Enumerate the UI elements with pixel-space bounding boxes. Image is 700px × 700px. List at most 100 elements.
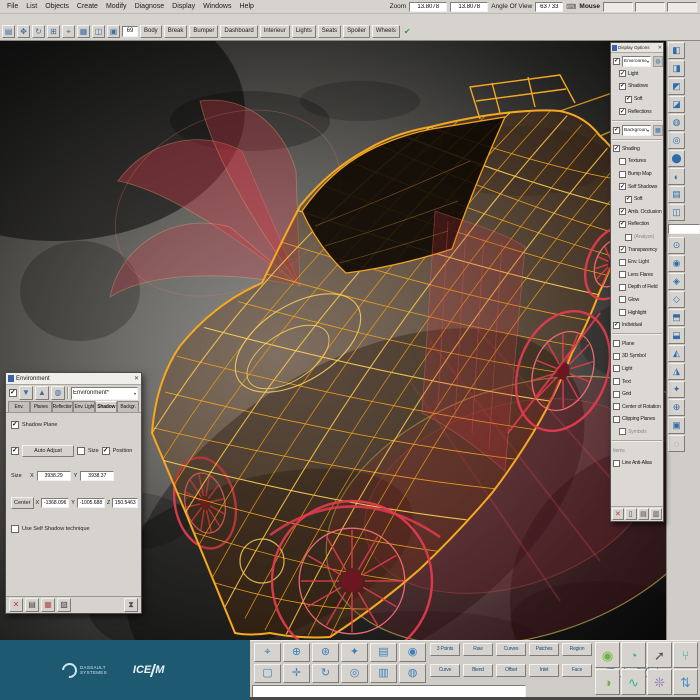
background-icon[interactable]: ▦ [653,124,663,136]
zoom-x-field[interactable] [409,1,448,12]
cone-down-icon[interactable]: ◮ [668,363,685,380]
part-tab-body[interactable]: Body [140,25,162,38]
updown-tool-icon[interactable]: ⇅ [673,669,698,695]
lock-tool-icon[interactable]: ▣ [107,25,120,38]
plus-icon[interactable]: ⊕ [668,399,685,416]
analyze-checkbox[interactable] [625,233,632,241]
position-checkbox[interactable] [101,446,110,455]
center-x-field[interactable] [41,498,70,508]
teal-patch-tool-icon[interactable]: ◔ [621,642,646,668]
3d-symbol-checkbox[interactable] [613,352,620,360]
layer-tool-icon[interactable]: ▦ [77,25,90,38]
display-option-soft[interactable]: Soft [611,93,663,106]
lamp-icon[interactable]: ◎ [668,132,685,149]
display-option-grid[interactable]: Grid [611,388,663,401]
transparency-checkbox[interactable] [619,246,626,254]
top-shade-icon[interactable]: ⬒ [668,309,685,326]
clipboard-tool-icon[interactable]: ▤ [370,643,397,662]
env-ball-icon[interactable]: ⊙ [668,237,685,254]
tab-shadow[interactable]: Shadow [95,401,118,412]
tab-backgr[interactable]: Backgr. [117,401,139,412]
center-z-field[interactable] [112,498,139,508]
globe-tool-icon[interactable]: ◎ [341,664,368,683]
dot-icon[interactable]: ◌ [668,435,685,452]
display-option-bump-map[interactable]: Bump Map [611,168,663,181]
menu-diagnose[interactable]: Diagnose [131,2,169,11]
button-inlet-4[interactable]: Inlet [529,664,559,677]
environment-checkbox[interactable] [613,57,620,65]
tab-reflection[interactable]: Reflection [51,401,74,412]
load-env-icon[interactable]: ▲ [35,386,49,400]
display-option-glow[interactable]: Glow [611,294,663,307]
amb-occlusion-checkbox[interactable] [619,208,626,216]
center-y-field[interactable] [76,498,105,508]
crosshair-tool-icon[interactable]: ✛ [283,664,310,683]
display-option-lens-flares[interactable]: Lens Flares [611,269,663,282]
material-icon[interactable]: ▤ [668,186,685,203]
menu-windows[interactable]: Windows [199,2,235,11]
rotate-tool-icon[interactable]: ↻ [32,25,45,38]
textures-checkbox[interactable] [619,157,626,165]
display-options-titlebar[interactable]: Display Options ✕ [611,43,663,53]
menu-file[interactable]: File [3,2,22,11]
part-tab-wheels[interactable]: Wheels [371,25,400,38]
soft-checkbox[interactable] [625,95,632,103]
light-checkbox[interactable] [619,70,626,78]
button-curve-1[interactable]: Curve [430,664,460,677]
fly-view-icon[interactable]: ◨ [668,60,685,77]
sphere-render-icon[interactable]: ⬤ [668,150,685,167]
bottom-shade-icon[interactable]: ⬓ [668,327,685,344]
part-tab-interieur[interactable]: Interieur [259,25,290,38]
shadows-checkbox[interactable] [619,82,626,90]
center-button[interactable]: Center [11,497,34,509]
plane-checkbox[interactable] [613,340,620,348]
display-option-3d-symbol[interactable]: 3D Symbol [611,350,663,363]
reset-view-icon[interactable]: ▥ [650,508,662,520]
display-option-plane[interactable]: Plane [611,337,663,350]
reflections-checkbox[interactable] [619,108,626,116]
menu-list[interactable]: List [22,2,41,11]
text-checkbox[interactable] [613,378,620,386]
button-raw[interactable]: Raw [463,643,493,656]
display-option-depth-of-field[interactable]: Depth of Field [611,281,663,294]
depth-of-field-checkbox[interactable] [619,283,626,291]
display-option-individual[interactable]: Individual [611,319,663,332]
shadow-plane-checkbox[interactable] [11,420,19,429]
select-tool-icon[interactable]: ▤ [2,25,15,38]
part-tab-seats[interactable]: Seats [317,25,342,38]
strip-value-field[interactable] [668,224,700,234]
display-option-clipping-planes[interactable]: Clipping Planes [611,413,663,426]
tab-env-light[interactable]: Env. Light [73,401,96,412]
display-option-transparency[interactable]: Transparency [611,243,663,256]
button-blend-2[interactable]: Blend [463,664,493,677]
display-option-light[interactable]: Light [611,68,663,81]
tab-env[interactable]: Env. [8,401,30,412]
reflect-ball-icon[interactable]: ◉ [668,255,685,272]
menu-create[interactable]: Create [73,2,102,11]
part-tab-spoiler[interactable]: Spoiler [343,25,370,38]
display-option-amb-occlusion[interactable]: Amb. Occlusion [611,206,663,219]
busy-icon[interactable]: ⧗ [124,598,138,612]
tab-planes[interactable]: Planes [29,401,52,412]
background-checkbox[interactable] [613,126,620,134]
light-checkbox[interactable] [613,365,620,373]
auto-adjust-button[interactable]: Auto Adjust [22,445,74,457]
mouse-field-3[interactable] [667,1,697,12]
display-option-soft[interactable]: Soft [611,193,663,206]
curve-tool-icon[interactable]: ✦ [341,643,368,662]
menu-objects[interactable]: Objects [41,2,73,11]
environment-enable-checkbox[interactable] [9,388,17,397]
part-tab-break[interactable]: Break [163,25,188,38]
display-option-text[interactable]: Text [611,375,663,388]
size-x-field[interactable] [36,471,71,481]
loop-tool-icon[interactable]: ↻ [312,664,339,683]
part-tab-lights[interactable]: Lights [291,25,316,38]
display-option-shading[interactable]: Shading [611,143,663,156]
display-option-background[interactable]: Background*▾▦ [611,124,663,137]
close-dialog-icon[interactable]: ✕ [9,598,23,612]
display-option-reflection[interactable]: Reflection [611,218,663,231]
lightbulb-icon[interactable]: ◍ [668,114,685,131]
env-light-checkbox[interactable] [619,258,626,266]
cone-up-icon[interactable]: ◭ [668,345,685,362]
soft-checkbox[interactable] [625,195,632,203]
